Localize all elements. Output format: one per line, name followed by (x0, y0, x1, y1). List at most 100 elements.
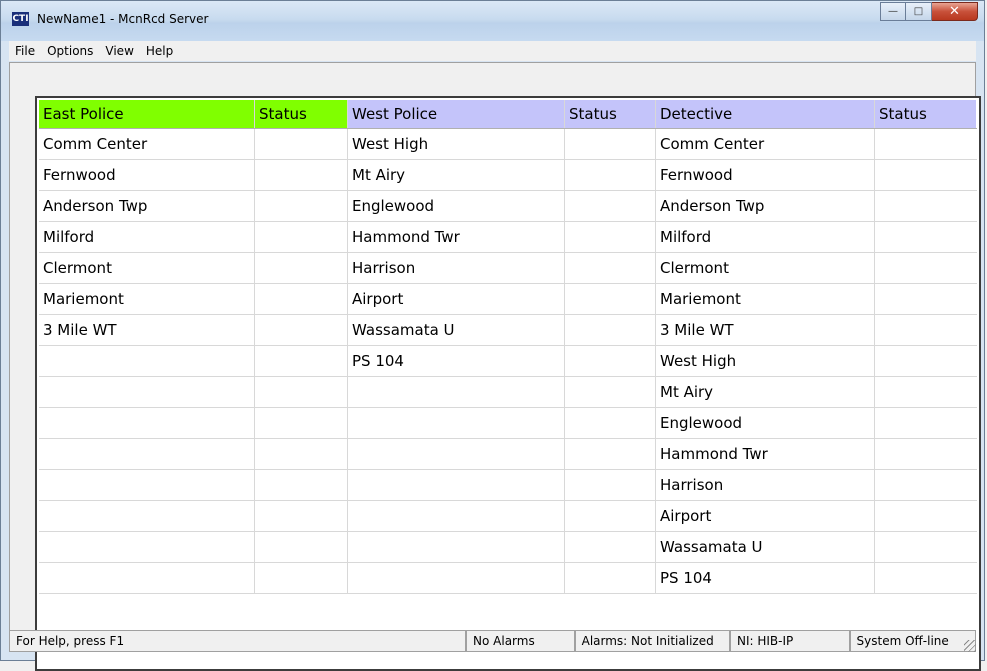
site-cell[interactable] (39, 501, 255, 531)
status-cell[interactable] (565, 532, 656, 562)
table-row[interactable]: Clermont Harrison Clermont (39, 253, 977, 284)
status-cell[interactable] (875, 408, 976, 438)
site-cell[interactable]: Airport (348, 284, 565, 314)
status-cell[interactable] (565, 129, 656, 159)
site-cell[interactable]: Englewood (348, 191, 565, 221)
site-cell[interactable] (348, 377, 565, 407)
table-row[interactable]: Fernwood Mt Airy Fernwood (39, 160, 977, 191)
status-cell[interactable] (255, 408, 348, 438)
table-row[interactable]: PS 104 (39, 563, 977, 594)
site-cell[interactable] (348, 470, 565, 500)
site-cell[interactable]: West High (656, 346, 875, 376)
status-cell[interactable] (255, 284, 348, 314)
table-row[interactable]: Airport (39, 501, 977, 532)
site-cell[interactable]: Anderson Twp (39, 191, 255, 221)
site-cell[interactable]: Mt Airy (656, 377, 875, 407)
status-cell[interactable] (875, 346, 976, 376)
status-cell[interactable] (255, 253, 348, 283)
table-row[interactable]: Harrison (39, 470, 977, 501)
site-cell[interactable]: Milford (39, 222, 255, 252)
site-cell[interactable]: Clermont (656, 253, 875, 283)
site-cell[interactable]: Anderson Twp (656, 191, 875, 221)
table-row[interactable]: Milford Hammond Twr Milford (39, 222, 977, 253)
site-cell[interactable] (348, 439, 565, 469)
site-cell[interactable]: Mt Airy (348, 160, 565, 190)
site-cell[interactable] (39, 408, 255, 438)
resize-grip-icon[interactable] (964, 640, 976, 652)
header-west-police[interactable]: West Police (348, 100, 565, 128)
site-cell[interactable] (39, 563, 255, 593)
status-cell[interactable] (565, 315, 656, 345)
status-cell[interactable] (875, 470, 976, 500)
table-row[interactable]: PS 104 West High (39, 346, 977, 377)
site-cell[interactable] (348, 408, 565, 438)
status-cell[interactable] (565, 160, 656, 190)
status-cell[interactable] (565, 408, 656, 438)
site-cell[interactable]: Hammond Twr (348, 222, 565, 252)
status-cell[interactable] (875, 284, 976, 314)
title-bar[interactable]: CTI NewName1 - McnRcd Server — □ ✕ (1, 1, 984, 41)
site-cell[interactable]: Airport (656, 501, 875, 531)
menu-view[interactable]: View (99, 44, 139, 58)
status-cell[interactable] (255, 129, 348, 159)
site-cell[interactable]: Wassamata U (348, 315, 565, 345)
status-cell[interactable] (565, 346, 656, 376)
status-cell[interactable] (255, 222, 348, 252)
status-cell[interactable] (565, 191, 656, 221)
header-east-status[interactable]: Status (255, 100, 348, 128)
site-cell[interactable]: Harrison (656, 470, 875, 500)
status-cell[interactable] (565, 222, 656, 252)
site-cell[interactable]: Milford (656, 222, 875, 252)
status-cell[interactable] (875, 315, 976, 345)
site-cell[interactable]: Harrison (348, 253, 565, 283)
status-cell[interactable] (255, 315, 348, 345)
site-cell[interactable]: Fernwood (656, 160, 875, 190)
status-cell[interactable] (565, 284, 656, 314)
status-cell[interactable] (255, 346, 348, 376)
status-cell[interactable] (875, 191, 976, 221)
status-cell[interactable] (255, 439, 348, 469)
header-east-police[interactable]: East Police (39, 100, 255, 128)
site-cell[interactable]: PS 104 (656, 563, 875, 593)
menu-file[interactable]: File (9, 44, 41, 58)
status-cell[interactable] (255, 160, 348, 190)
table-row[interactable]: Comm Center West High Comm Center (39, 129, 977, 160)
site-cell[interactable]: Wassamata U (656, 532, 875, 562)
site-cell[interactable] (348, 563, 565, 593)
site-cell[interactable] (39, 346, 255, 376)
maximize-button[interactable]: □ (906, 2, 932, 21)
status-cell[interactable] (565, 253, 656, 283)
table-row[interactable]: Hammond Twr (39, 439, 977, 470)
site-cell[interactable]: PS 104 (348, 346, 565, 376)
status-cell[interactable] (565, 377, 656, 407)
site-cell[interactable]: 3 Mile WT (656, 315, 875, 345)
site-cell[interactable]: Clermont (39, 253, 255, 283)
table-row[interactable]: Mariemont Airport Mariemont (39, 284, 977, 315)
site-cell[interactable]: Fernwood (39, 160, 255, 190)
site-cell[interactable]: Hammond Twr (656, 439, 875, 469)
table-row[interactable]: Mt Airy (39, 377, 977, 408)
status-cell[interactable] (875, 129, 976, 159)
table-row[interactable]: 3 Mile WT Wassamata U 3 Mile WT (39, 315, 977, 346)
status-cell[interactable] (565, 563, 656, 593)
table-row[interactable]: Anderson Twp Englewood Anderson Twp (39, 191, 977, 222)
site-cell[interactable] (39, 470, 255, 500)
site-cell[interactable]: Mariemont (39, 284, 255, 314)
status-cell[interactable] (875, 160, 976, 190)
menu-help[interactable]: Help (140, 44, 179, 58)
site-cell[interactable] (348, 501, 565, 531)
status-cell[interactable] (255, 501, 348, 531)
status-cell[interactable] (255, 563, 348, 593)
site-cell[interactable] (348, 532, 565, 562)
header-west-status[interactable]: Status (565, 100, 656, 128)
status-cell[interactable] (875, 501, 976, 531)
site-cell[interactable]: Comm Center (39, 129, 255, 159)
status-cell[interactable] (565, 470, 656, 500)
status-cell[interactable] (875, 222, 976, 252)
menu-options[interactable]: Options (41, 44, 99, 58)
close-button[interactable]: ✕ (932, 2, 978, 21)
status-cell[interactable] (875, 439, 976, 469)
site-cell[interactable]: Comm Center (656, 129, 875, 159)
status-cell[interactable] (875, 377, 976, 407)
table-row[interactable]: Englewood (39, 408, 977, 439)
